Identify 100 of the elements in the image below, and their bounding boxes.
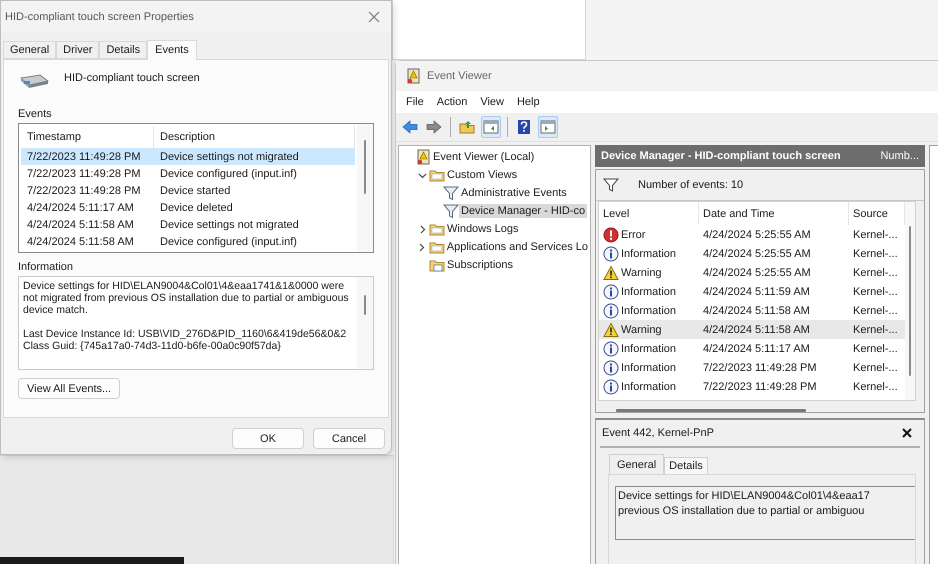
section-label: Events <box>18 108 53 120</box>
event-row[interactable]: Warning 4/24/2024 5:11:58 AM Kernel-... <box>599 320 905 339</box>
level-text: Information <box>621 286 676 298</box>
warning-icon <box>603 264 619 280</box>
details-title: Event 442, Kernel-PnP <box>602 427 714 439</box>
timestamp-cell-text: 7/22/2023 11:49:28 PM <box>26 168 142 180</box>
view-all-events-button[interactable]: View All Events... <box>18 378 120 399</box>
menu-item[interactable]: Help <box>512 96 548 108</box>
tree-item[interactable]: Device Manager - HID-co <box>459 204 588 218</box>
event-row[interactable]: Information 4/24/2024 5:11:17 AM Kernel-... <box>599 339 905 358</box>
information-text: Last Device Instance Id: USB\VID_276D&PID_1160\6&419de56&0&2 Class Guid: {745a17a0-74d3-11d0-b6fe-00a0c90f57da} <box>23 328 348 352</box>
level-text: Information <box>621 304 676 316</box>
date-cell-text: 4/24/2024 5:11:59 AM <box>702 286 811 298</box>
level-text: Information <box>621 342 676 354</box>
back-arrow-icon <box>402 119 418 135</box>
filter-icon <box>602 177 620 193</box>
chevron-icon[interactable] <box>417 242 426 252</box>
chevron-icon[interactable] <box>418 224 426 234</box>
description-cell-text: Device settings not migrated <box>159 218 300 230</box>
device-name: HID-compliant touch screen <box>64 72 200 84</box>
event-row[interactable]: Information 4/24/2024 5:11:58 AM Kernel-... <box>599 301 905 320</box>
pane-subtitle: Numb... <box>880 150 919 162</box>
event-row[interactable]: Information 4/24/2024 5:11:59 AM Kernel-... <box>599 282 905 301</box>
column-header[interactable]: Date and Time <box>699 202 849 225</box>
menu-item[interactable]: Action <box>432 96 476 108</box>
source-cell-text: Kernel-... <box>852 266 899 278</box>
tree-item[interactable]: Event Viewer (Local) <box>431 150 536 164</box>
date-cell-text: 7/22/2023 11:49:28 PM <box>702 362 818 374</box>
date-cell-text: 4/24/2024 5:11:17 AM <box>702 342 811 354</box>
description-cell-text: Device started <box>159 184 232 196</box>
description-cell-text: Device configured (input.inf) <box>159 236 298 248</box>
chevron-icon[interactable] <box>418 170 426 180</box>
horizontal-scrollbar[interactable] <box>616 409 806 412</box>
information-icon <box>603 246 619 262</box>
tab[interactable]: Events <box>147 40 197 60</box>
event-row[interactable]: Information 7/22/2023 11:49:28 PM Kernel-... <box>599 377 905 396</box>
event-row[interactable]: Information 4/24/2024 5:25:55 AM Kernel-... <box>599 244 905 263</box>
window-title: Event Viewer <box>427 70 492 82</box>
menu-item[interactable]: View <box>475 96 512 108</box>
timestamp-cell-text: 7/22/2023 11:49:28 PM <box>26 184 142 196</box>
close-icon <box>368 11 380 23</box>
tree-item[interactable]: Applications and Services Lo <box>444 240 590 254</box>
level-text: Warning <box>621 266 662 278</box>
description-cell-text: Device settings not migrated <box>159 150 300 162</box>
scrollbar[interactable] <box>357 277 373 369</box>
event-row[interactable]: Error 4/24/2024 5:25:55 AM Kernel-... <box>599 225 905 244</box>
description-line: previous OS installation due to partial or ambiguou <box>618 504 866 519</box>
show-hide-actions-button[interactable] <box>538 116 558 138</box>
warning-icon <box>603 322 619 338</box>
event-row[interactable]: 7/22/2023 11:49:28 PM Device configured (input.inf) <box>21 165 355 182</box>
tab[interactable]: General <box>3 41 56 59</box>
event-count: Number of events: 10 <box>638 179 744 191</box>
scrollbar[interactable] <box>905 202 915 400</box>
timestamp-cell-text: 4/24/2024 5:11:58 AM <box>26 236 135 248</box>
folder-icon <box>459 119 475 135</box>
event-row[interactable]: Warning 4/24/2024 5:25:55 AM Kernel-... <box>599 263 905 282</box>
source-cell-text: Kernel-... <box>852 304 899 316</box>
menu-item[interactable]: File <box>401 96 432 108</box>
tree-item[interactable]: Custom Views <box>445 168 520 182</box>
tab[interactable]: General <box>609 454 664 475</box>
close-icon[interactable] <box>902 428 912 438</box>
tree-item[interactable]: Subscriptions <box>445 258 516 272</box>
event-row[interactable]: 4/24/2024 5:11:58 AM Device settings not migrated <box>21 216 355 233</box>
pane-title: Device Manager - HID-compliant touch screen <box>601 150 841 162</box>
timestamp-cell-text: 4/24/2024 5:11:17 AM <box>26 202 135 214</box>
event-row[interactable]: 4/24/2024 5:11:17 AM Device deleted <box>21 199 355 216</box>
description-line: Device settings for HID\ELAN9004&Col01\4&eaa17 <box>618 489 871 504</box>
scrollbar[interactable] <box>357 124 373 252</box>
tree-item[interactable]: Administrative Events <box>459 186 569 200</box>
show-hide-tree-button[interactable] <box>481 116 501 138</box>
source-cell-text: Kernel-... <box>852 380 899 392</box>
error-icon <box>603 226 619 242</box>
source-cell-text: Kernel-... <box>852 324 899 336</box>
cancel-button[interactable]: Cancel <box>313 428 385 449</box>
tab[interactable]: Driver <box>56 41 100 59</box>
date-cell-text: 4/24/2024 5:25:55 AM <box>702 228 812 240</box>
panel-icon <box>483 119 499 135</box>
event-row[interactable]: Information 7/22/2023 11:49:28 PM Kernel-... <box>599 358 905 377</box>
date-cell-text: 4/24/2024 5:25:55 AM <box>702 248 812 260</box>
information-icon <box>603 284 619 300</box>
tab[interactable]: Details <box>664 457 708 475</box>
event-row[interactable]: 7/22/2023 11:49:28 PM Device settings not migrated <box>21 148 355 165</box>
event-row[interactable]: 4/24/2024 5:11:58 AM Device configured (input.inf) <box>21 233 355 250</box>
forward-arrow-icon <box>426 119 442 135</box>
timestamp-cell-text: 7/22/2023 11:49:28 PM <box>26 150 142 162</box>
ok-button[interactable]: OK <box>232 428 304 449</box>
column-header[interactable]: Level <box>599 202 699 225</box>
tree-item[interactable]: Windows Logs <box>445 222 521 236</box>
source-cell-text: Kernel-... <box>852 248 899 260</box>
date-cell-text: 4/24/2024 5:11:58 AM <box>702 304 811 316</box>
source-cell-text: Kernel-... <box>852 362 899 374</box>
filter-icon <box>443 185 459 201</box>
filter-icon <box>443 203 459 219</box>
tab[interactable]: Details <box>99 41 148 59</box>
level-text: Error <box>621 228 646 240</box>
event-log-icon <box>415 149 431 165</box>
information-icon <box>603 302 619 318</box>
event-row[interactable]: 7/22/2023 11:49:28 PM Device started <box>21 182 355 199</box>
date-cell-text: 4/24/2024 5:11:58 AM <box>702 324 811 336</box>
panel-icon <box>540 119 556 135</box>
